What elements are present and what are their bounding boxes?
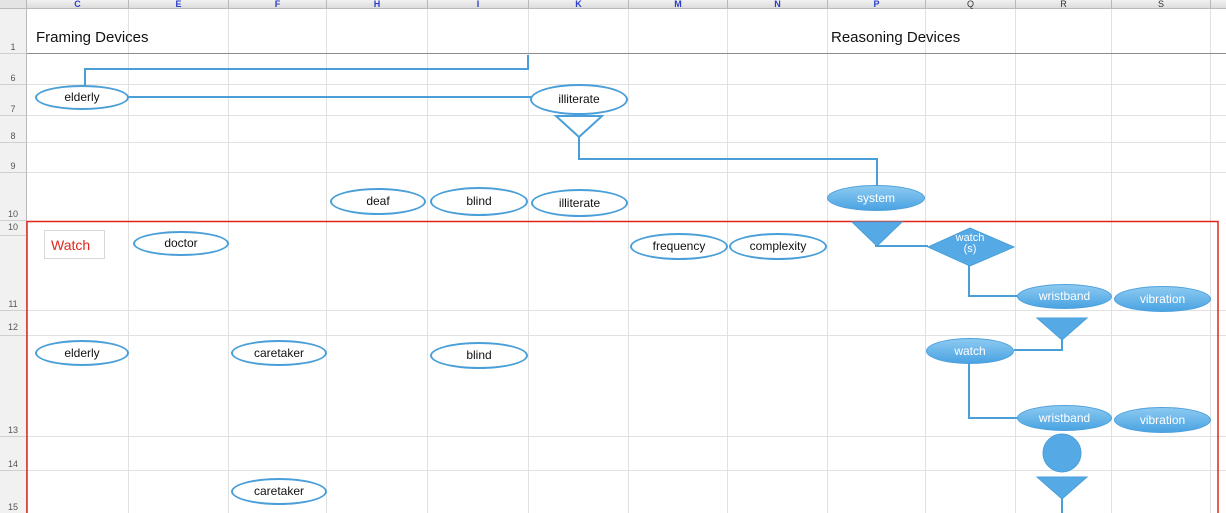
oval-caretaker-row15[interactable]: caretaker [231,478,327,505]
column-header-e[interactable]: E [129,0,229,9]
row-header-14[interactable]: 14 [0,437,27,471]
spreadsheet-grid[interactable]: C E F H I K M N P Q R S 1 6 7 8 9 10 10 … [0,0,1226,513]
oval-illiterate-row7[interactable]: illiterate [530,84,628,115]
column-header-r[interactable]: R [1016,0,1112,9]
oval-blind-row10[interactable]: blind [430,187,528,216]
cell-framing-devices[interactable]: Framing Devices [36,29,149,46]
gridline [27,470,1226,471]
row-header-6[interactable]: 6 [0,54,27,85]
oval-illiterate-row10[interactable]: illiterate [531,189,628,217]
oval-complexity[interactable]: complexity [729,233,827,260]
row-header-1[interactable]: 1 [0,9,27,54]
cell-reasoning-devices[interactable]: Reasoning Devices [831,29,960,46]
column-header-overflow [1211,0,1226,9]
gridline [27,142,1226,143]
filled-oval-vibration-2[interactable]: vibration [1114,407,1211,433]
row-header-12[interactable]: 12 [0,311,27,336]
row-header-13[interactable]: 13 [0,336,27,437]
filled-oval-system[interactable]: system [827,185,925,211]
oval-blind-row12[interactable]: blind [430,342,528,369]
select-all-corner[interactable] [0,0,27,9]
column-header-q[interactable]: Q [926,0,1016,9]
row-header-8[interactable]: 8 [0,116,27,143]
oval-frequency[interactable]: frequency [630,233,728,260]
oval-caretaker-row12[interactable]: caretaker [231,340,327,366]
gridline [27,436,1226,437]
gridline [27,335,1226,336]
gridline [27,115,1226,116]
gridline [27,84,1226,85]
oval-elderly-row7[interactable]: elderly [35,85,129,110]
column-header-c[interactable]: C [27,0,129,9]
filled-oval-wristband-2[interactable]: wristband [1017,405,1112,431]
filled-oval-vibration-1[interactable]: vibration [1114,286,1211,312]
column-header-m[interactable]: M [629,0,728,9]
column-header-k[interactable]: K [529,0,629,9]
row-header-15[interactable]: 15 [0,471,27,513]
oval-elderly-row12[interactable]: elderly [35,340,129,366]
gridline [27,310,1226,311]
row-header-9[interactable]: 9 [0,143,27,173]
row-header-10a[interactable]: 10 [0,173,27,221]
filled-oval-watch[interactable]: watch [926,338,1014,364]
oval-deaf[interactable]: deaf [330,188,426,215]
row-header-7[interactable]: 7 [0,85,27,116]
watch-label-box[interactable]: Watch [44,230,105,259]
diamond-watch-s-label[interactable]: watch (s) [940,233,1000,255]
frozen-pane-divider [27,53,1226,54]
column-header-n[interactable]: N [728,0,828,9]
filled-oval-wristband-1[interactable]: wristband [1017,284,1112,309]
oval-doctor[interactable]: doctor [133,231,229,256]
column-header-i[interactable]: I [428,0,529,9]
column-header-s[interactable]: S [1112,0,1211,9]
column-header-f[interactable]: F [229,0,327,9]
column-header-p[interactable]: P [828,0,926,9]
row-header-11[interactable]: 11 [0,236,27,311]
row-header-10b[interactable]: 10 [0,221,27,236]
column-header-h[interactable]: H [327,0,428,9]
gridline [27,172,1226,173]
